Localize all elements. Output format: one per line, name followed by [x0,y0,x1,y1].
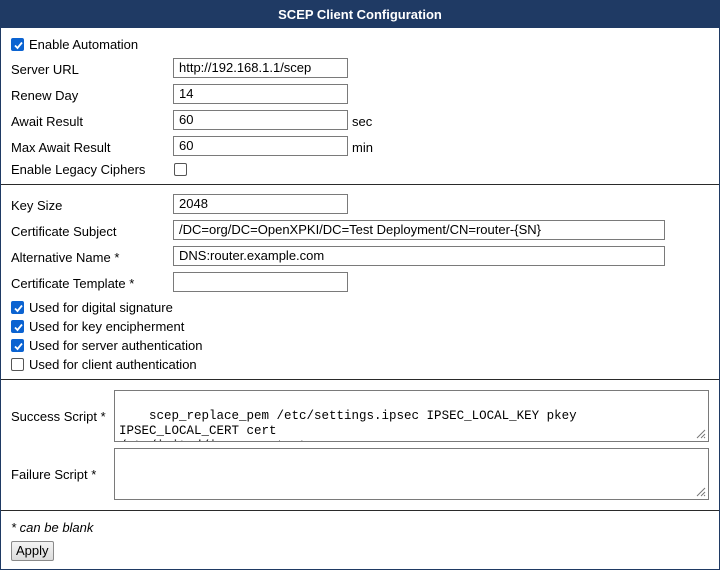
success-script-label: Success Script * [11,409,106,424]
failure-script-label: Failure Script * [11,467,97,482]
certificate-template-input[interactable] [173,272,348,292]
key-size-label: Key Size [11,198,63,213]
certificate-subject-label: Certificate Subject [11,224,117,239]
resize-grip-icon[interactable] [694,427,706,439]
server-url-input[interactable]: http://192.168.1.1/scep [173,58,348,78]
section-divider [1,184,719,185]
apply-button[interactable]: Apply [11,541,54,561]
server-authentication-label: Used for server authentication [29,338,203,353]
enable-automation-label: Enable Automation [29,37,139,52]
await-result-label: Await Result [11,114,84,129]
client-authentication-checkbox[interactable] [11,358,24,371]
checkmark-icon [14,323,23,332]
await-result-input[interactable]: 60 [173,110,348,130]
server-url-label: Server URL [11,62,79,77]
success-script-text: scep_replace_pem /etc/settings.ipsec IPS… [119,409,577,441]
certificate-template-label: Certificate Template * [11,276,135,291]
renew-day-label: Renew Day [11,88,79,103]
client-authentication-label: Used for client authentication [29,357,197,372]
success-script-textarea[interactable]: scep_replace_pem /etc/settings.ipsec IPS… [114,390,709,442]
server-authentication-checkbox[interactable] [11,339,24,352]
section-divider [1,379,719,380]
resize-grip-icon[interactable] [694,485,706,497]
max-await-result-unit: min [352,140,373,155]
failure-script-textarea[interactable] [114,448,709,500]
alternative-name-input[interactable]: DNS:router.example.com [173,246,665,266]
key-size-input[interactable]: 2048 [173,194,348,214]
blank-note: * can be blank [11,520,94,535]
key-encipherment-checkbox[interactable] [11,320,24,333]
checkmark-icon [14,304,23,313]
alternative-name-label: Alternative Name * [11,250,120,265]
key-encipherment-label: Used for key encipherment [29,319,185,334]
checkmark-icon [14,41,23,50]
renew-day-input[interactable]: 14 [173,84,348,104]
digital-signature-label: Used for digital signature [29,300,173,315]
enable-legacy-ciphers-label: Enable Legacy Ciphers [11,162,146,177]
section-divider [1,510,719,511]
certificate-subject-input[interactable]: /DC=org/DC=OpenXPKI/DC=Test Deployment/C… [173,220,665,240]
panel-title: SCEP Client Configuration [1,1,719,28]
await-result-unit: sec [352,114,373,129]
enable-automation-checkbox[interactable] [11,38,24,51]
enable-legacy-ciphers-checkbox[interactable] [174,163,187,176]
digital-signature-checkbox[interactable] [11,301,24,314]
scep-config-panel: SCEP Client Configuration Enable Automat… [0,0,720,570]
max-await-result-label: Max Await Result [11,140,111,155]
max-await-result-input[interactable]: 60 [173,136,348,156]
checkmark-icon [14,342,23,351]
